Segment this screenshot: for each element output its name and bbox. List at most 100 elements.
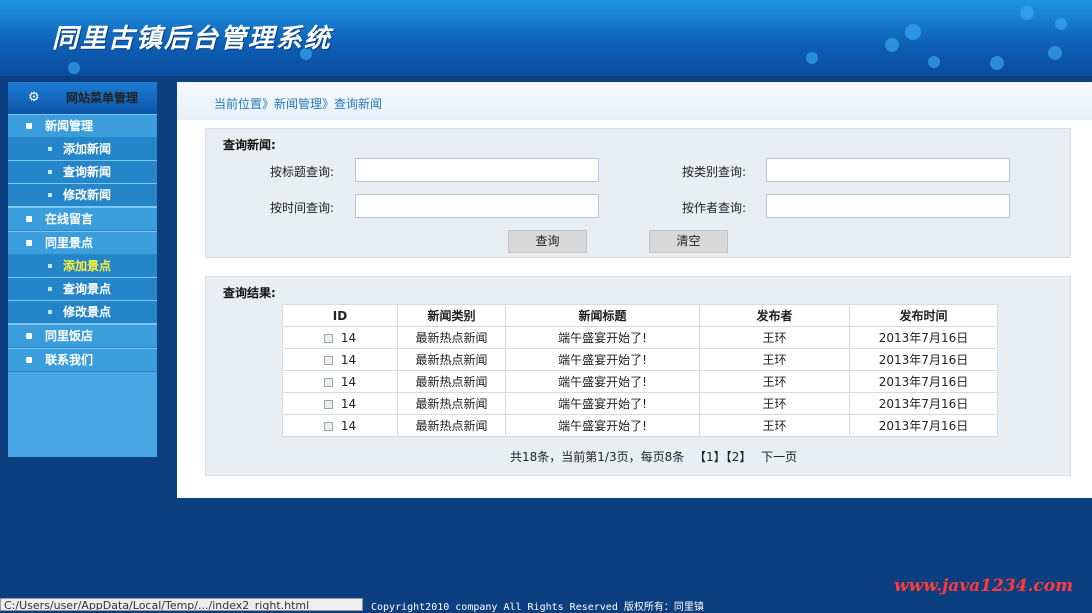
cell-headline: 端午盛宴开始了! [505,392,700,415]
cell-author: 王环 [699,392,850,415]
row-checkbox[interactable] [323,355,333,365]
time-query-label: 按时间查询: [270,201,335,215]
cell-date: 2013年7月16日 [849,370,998,393]
pagination: 共18条，当前第1/3页，每页8条 【1】【2】 下一页 [510,448,797,465]
cell-author: 王环 [699,414,850,437]
sidebar-subitem-2[interactable]: 查询新闻 [8,161,157,184]
decorative-bubble [990,56,1004,70]
query-button[interactable]: 查询 [508,230,587,253]
decorative-bubble [905,24,921,40]
sidebar-item-label: 新闻管理 [45,119,94,133]
bullet-icon [48,170,52,174]
sidebar-item-label: 查询景点 [63,282,112,296]
search-panel-title: 查询新闻: [223,138,276,152]
sidebar-item-5[interactable]: 同里景点 [8,231,157,255]
search-panel: 查询新闻: 按标题查询: 按类别查询: 按时间查询: 按作者查询: 查询 清空 [205,128,1071,258]
bullet-icon [48,147,52,151]
category-query-input[interactable] [766,158,1010,182]
bullet-icon [26,216,32,222]
breadcrumb-text: 当前位置》新闻管理》查询新闻 [214,97,383,111]
sidebar-item-label: 修改景点 [63,305,112,319]
cell-category: 最新热点新闻 [397,392,506,415]
sidebar-subitem-6[interactable]: 添加景点 [8,255,157,278]
sidebar-item-label: 添加景点 [63,259,112,273]
column-header-category: 新闻类别 [397,304,506,327]
breadcrumb: 当前位置》新闻管理》查询新闻 [177,82,1092,120]
watermark: www.java1234.com [894,576,1074,596]
bullet-icon [26,123,32,129]
category-query-label: 按类别查询: [682,165,747,179]
results-panel: 查询结果: ID 新闻类别 新闻标题 发布者 发布时间 14 最新热点新闻 端午盛宴… [205,276,1071,476]
cell-id-value: 14 [340,374,357,389]
page-link-2[interactable]: 【2】 [726,450,752,464]
app-title: 同里古镇后台管理系统 [52,24,333,54]
cell-id: 14 [282,392,398,415]
time-query-input[interactable] [355,194,599,218]
sidebar-subitem-8[interactable]: 修改景点 [8,301,157,324]
cell-id: 14 [282,370,398,393]
column-header-id: ID [282,304,398,327]
cell-author: 王环 [699,370,850,393]
sidebar-item-label: 在线留言 [45,212,94,226]
cell-author: 王环 [699,326,850,349]
bullet-icon [48,287,52,291]
bullet-icon [26,240,32,246]
table-row: 14 最新热点新闻 端午盛宴开始了! 王环 2013年7月16日 [282,326,998,349]
cell-headline: 端午盛宴开始了! [505,348,700,371]
decorative-bubble [68,62,80,74]
cell-date: 2013年7月16日 [849,326,998,349]
sidebar-item-9[interactable]: 同里饭店 [8,324,157,348]
table-row: 14 最新热点新闻 端午盛宴开始了! 王环 2013年7月16日 [282,348,998,371]
table-header-row: ID 新闻类别 新闻标题 发布者 发布时间 [282,304,998,327]
column-header-headline: 新闻标题 [505,304,700,327]
next-page-link[interactable]: 下一页 [761,450,797,464]
results-panel-title: 查询结果: [223,286,276,300]
sidebar-item-0[interactable]: 新闻管理 [8,114,157,138]
gear-icon: ⚙ [28,90,40,105]
table-row: 14 最新热点新闻 端午盛宴开始了! 王环 2013年7月16日 [282,414,998,437]
cell-category: 最新热点新闻 [397,370,506,393]
column-header-author: 发布者 [699,304,850,327]
bullet-icon [26,357,32,363]
sidebar-subitem-1[interactable]: 添加新闻 [8,138,157,161]
main-content: 当前位置》新闻管理》查询新闻 查询新闻: 按标题查询: 按类别查询: 按时间查询… [177,82,1092,498]
cell-id-value: 14 [340,330,357,345]
page-link-1[interactable]: 【1】 [694,450,726,464]
sidebar-item-label: 同里景点 [45,236,94,250]
row-checkbox[interactable] [323,377,333,387]
clear-button[interactable]: 清空 [649,230,728,253]
sidebar-subitem-7[interactable]: 查询景点 [8,278,157,301]
sidebar-item-label: 同里饭店 [45,329,94,343]
decorative-bubble [928,56,940,68]
cell-author: 王环 [699,348,850,371]
cell-category: 最新热点新闻 [397,348,506,371]
sidebar-menu: 新闻管理添加新闻查询新闻修改新闻在线留言同里景点添加景点查询景点修改景点同里饭店… [8,114,157,372]
sidebar-item-4[interactable]: 在线留言 [8,207,157,231]
author-query-label: 按作者查询: [682,201,747,215]
cell-id: 14 [282,414,398,437]
cell-headline: 端午盛宴开始了! [505,370,700,393]
sidebar-header-label: 网站菜单管理 [66,91,139,105]
pagination-summary: 共18条，当前第1/3页，每页8条 [510,450,685,464]
sidebar-item-label: 查询新闻 [63,165,112,179]
cell-date: 2013年7月16日 [849,348,998,371]
sidebar-item-10[interactable]: 联系我们 [8,348,157,372]
cell-id-value: 14 [340,418,357,433]
row-checkbox[interactable] [323,333,333,343]
row-checkbox[interactable] [323,399,333,409]
browser-status-bar: C:/Users/user/AppData/Local/Temp/.../ind… [0,598,363,611]
decorative-bubble [806,52,818,64]
bullet-icon [26,333,32,339]
cell-headline: 端午盛宴开始了! [505,326,700,349]
row-checkbox[interactable] [323,421,333,431]
title-query-input[interactable] [355,158,599,182]
sidebar-item-label: 联系我们 [45,353,94,367]
column-header-date: 发布时间 [849,304,998,327]
cell-category: 最新热点新闻 [397,414,506,437]
sidebar-item-label: 修改新闻 [63,188,112,202]
table-row: 14 最新热点新闻 端午盛宴开始了! 王环 2013年7月16日 [282,370,998,393]
author-query-input[interactable] [766,194,1010,218]
sidebar-subitem-3[interactable]: 修改新闻 [8,184,157,207]
sidebar: ⚙ 网站菜单管理 新闻管理添加新闻查询新闻修改新闻在线留言同里景点添加景点查询景… [8,82,157,457]
decorative-bubble [1055,18,1067,30]
